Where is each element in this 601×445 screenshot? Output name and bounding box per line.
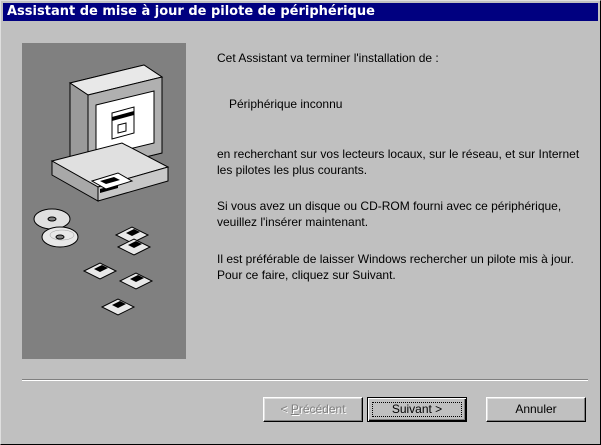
search-description: en recherchant sur vos lecteurs locaux, … <box>217 147 580 177</box>
next-button[interactable]: Suivant > <box>367 397 467 422</box>
previous-button[interactable]: < Précédent <box>263 397 363 422</box>
cancel-label: Annuler <box>515 402 557 416</box>
cd-disks-icon <box>33 208 79 248</box>
previous-label: < Précédent <box>280 402 346 416</box>
computer-disks-illustration <box>33 64 170 316</box>
intro-text: Cet Assistant va terminer l'installation… <box>217 51 439 65</box>
button-separator <box>22 379 588 381</box>
wizard-illustration <box>22 43 186 359</box>
disk-instruction: Si vous avez un disque ou CD-ROM fourni … <box>217 199 562 229</box>
title-bar[interactable]: Assistant de mise à jour de pilote de pé… <box>3 3 598 21</box>
computer-icon <box>50 64 170 202</box>
window-title: Assistant de mise à jour de pilote de pé… <box>7 4 375 19</box>
floppy-disks-icon <box>82 226 154 316</box>
focus-rectangle <box>372 402 462 417</box>
cancel-button[interactable]: Annuler <box>486 397 586 422</box>
device-name: Périphérique inconnu <box>229 97 343 111</box>
recommendation-text: Il est préférable de laisser Windows rec… <box>217 252 574 282</box>
wizard-window: Assistant de mise à jour de pilote de pé… <box>0 0 601 445</box>
